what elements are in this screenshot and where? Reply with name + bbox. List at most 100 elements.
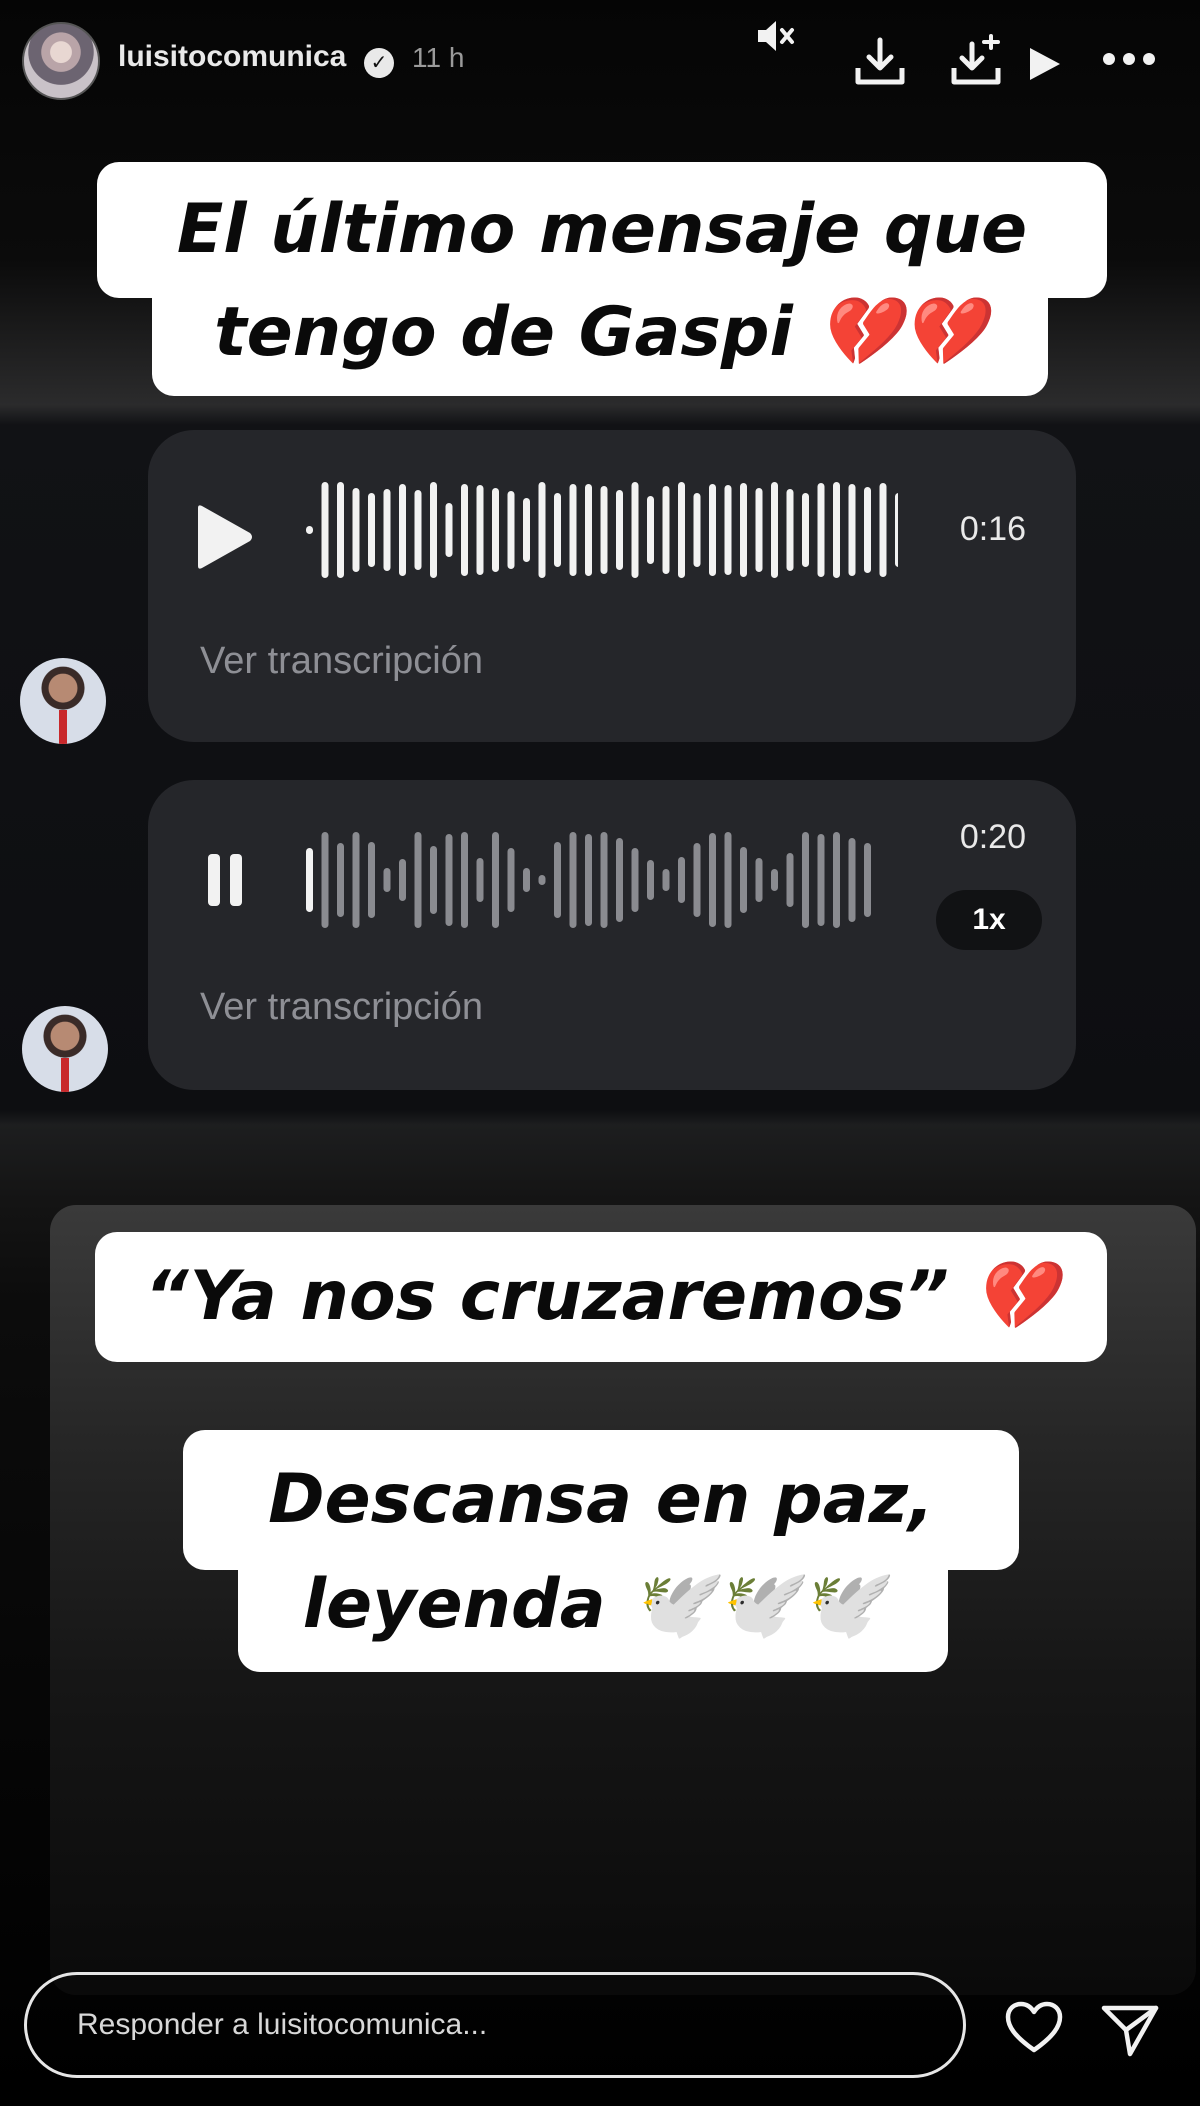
waveform-bar — [306, 848, 313, 912]
waveform-bar — [848, 838, 856, 922]
waveform-bar — [554, 842, 561, 918]
play-icon[interactable] — [192, 502, 256, 572]
waveform-bar — [724, 832, 732, 928]
waveform-bar — [678, 482, 685, 578]
waveform-bar — [538, 875, 546, 885]
waveform-bar — [600, 832, 608, 928]
playback-speed-button[interactable]: 1x — [936, 890, 1042, 950]
pause-icon[interactable] — [206, 850, 246, 910]
muted-speaker-icon[interactable] — [750, 12, 798, 60]
waveform-bar — [817, 834, 825, 926]
send-icon[interactable] — [1100, 2002, 1160, 2058]
waveform-bar — [600, 486, 608, 574]
waveform-bar — [833, 832, 840, 928]
waveform-bar — [523, 498, 530, 562]
voice-duration: 0:20 — [959, 818, 1026, 856]
reply-placeholder: Responder a luisitocomunica... — [77, 2008, 488, 2041]
sender-avatar — [22, 1006, 108, 1092]
play-icon[interactable] — [1024, 44, 1064, 84]
waveform-bar — [755, 858, 763, 902]
waveform-bar — [631, 482, 639, 578]
waveform-bar — [569, 484, 577, 576]
waveform-bar — [321, 832, 329, 928]
waveform-bar — [864, 487, 871, 573]
waveform-bar — [337, 843, 344, 917]
waveform-bar — [383, 868, 391, 892]
waveform-bar — [786, 489, 794, 571]
waveform-bar — [616, 838, 623, 922]
waveform-bar — [368, 493, 375, 567]
waveform-bar — [864, 843, 871, 917]
waveform-bar — [569, 832, 577, 928]
waveform-bar — [476, 858, 484, 902]
waveform-bar — [585, 834, 592, 926]
waveform-bar — [321, 482, 329, 578]
waveform-bar — [771, 482, 778, 578]
waveform-bar — [802, 832, 809, 928]
waveform[interactable] — [298, 470, 898, 590]
waveform-bar — [430, 482, 437, 578]
username[interactable]: luisitocomunica — [118, 40, 346, 74]
post-time: 11 h — [412, 42, 465, 73]
reply-input[interactable]: Responder a luisitocomunica... — [24, 1972, 966, 2078]
waveform-bar — [414, 490, 422, 570]
waveform-bar — [631, 848, 639, 912]
view-transcript-link[interactable]: Ver transcripción — [200, 986, 483, 1029]
waveform-bar — [414, 832, 422, 928]
waveform-bar — [523, 868, 530, 892]
waveform-bar — [786, 853, 794, 907]
waveform-bar — [399, 859, 406, 901]
voice-message[interactable]: 0:16 Ver transcripción — [148, 430, 1076, 742]
story-viewer[interactable]: luisitocomunica ✓ 11 h El último mensaje… — [0, 0, 1200, 2106]
waveform-bar — [755, 488, 763, 572]
waveform-bar — [879, 483, 887, 577]
waveform-bar — [430, 846, 437, 914]
waveform[interactable] — [298, 820, 898, 940]
quote-caption: “Ya nos cruzaremos” 💔 — [95, 1232, 1107, 1362]
waveform-bar — [492, 832, 499, 928]
waveform-bar — [352, 832, 360, 928]
voice-message[interactable]: 0:20 1x Ver transcripción — [148, 780, 1076, 1090]
waveform-bar — [476, 485, 484, 575]
waveform-bar — [445, 503, 453, 557]
heart-icon[interactable] — [1004, 2000, 1064, 2056]
waveform-bar — [352, 488, 360, 572]
waveform-bar — [848, 484, 856, 576]
waveform-bar — [538, 482, 546, 578]
view-transcript-link[interactable]: Ver transcripción — [200, 640, 483, 683]
waveform-bar — [647, 496, 654, 564]
waveform-bar — [507, 491, 515, 569]
waveform-bar — [724, 485, 732, 575]
waveform-bar — [771, 869, 778, 891]
waveform-bar — [740, 847, 747, 913]
save-icon[interactable] — [950, 34, 1006, 90]
waveform-bar — [554, 493, 561, 567]
waveform-bar — [647, 860, 654, 900]
waveform-bar — [507, 848, 515, 912]
waveform-bar — [709, 484, 716, 576]
waveform-bar — [399, 484, 406, 576]
waveform-bar — [662, 486, 670, 574]
waveform-bar — [461, 484, 468, 576]
waveform-bar — [337, 482, 344, 578]
waveform-bar — [802, 493, 809, 567]
waveform-bar — [678, 857, 685, 903]
waveform-bar — [306, 526, 313, 534]
verified-badge-icon: ✓ — [364, 48, 394, 78]
tribute-line-2: leyenda 🕊️🕊️🕊️ — [238, 1538, 948, 1672]
sender-avatar — [20, 658, 106, 744]
profile-avatar[interactable] — [22, 22, 100, 100]
waveform-bar — [693, 843, 701, 917]
waveform-bar — [383, 489, 391, 571]
waveform-bar — [895, 493, 898, 567]
waveform-bar — [445, 834, 453, 926]
more-icon[interactable] — [1102, 52, 1156, 66]
waveform-bar — [709, 833, 716, 927]
waveform-bar — [585, 484, 592, 576]
waveform-bar — [616, 490, 623, 570]
story-header: luisitocomunica ✓ 11 h — [0, 0, 1200, 120]
waveform-bar — [492, 488, 499, 572]
waveform-bar — [693, 493, 701, 567]
waveform-bar — [461, 832, 468, 928]
download-icon[interactable] — [852, 34, 908, 90]
